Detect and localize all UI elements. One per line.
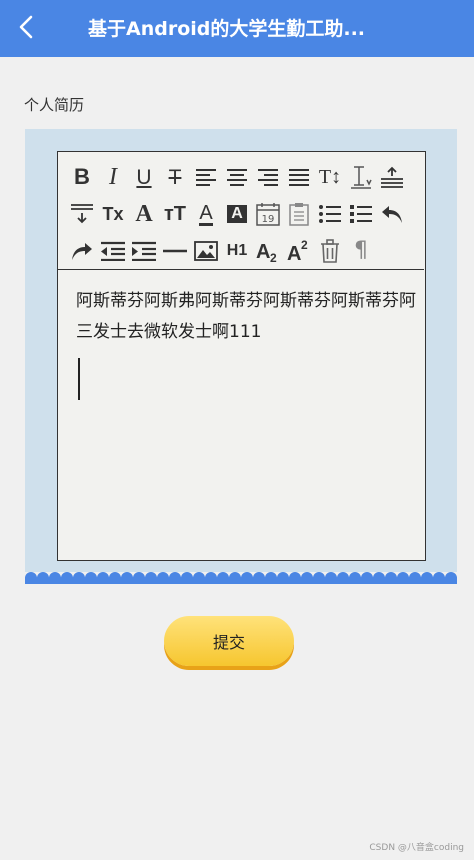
page-title: 基于Android的大学生勤工助...	[88, 18, 366, 40]
align-justify-button[interactable]	[285, 162, 313, 192]
ordered-list-icon	[319, 205, 341, 223]
redo-button[interactable]	[68, 236, 96, 266]
chevron-left-icon	[19, 15, 33, 39]
clear-format-icon: Tx	[102, 204, 124, 224]
subscript-icon: A2	[256, 241, 277, 263]
underline-button[interactable]: U	[130, 162, 158, 192]
heading-down-icon	[71, 204, 93, 224]
clipboard-button[interactable]	[285, 199, 313, 229]
image-icon	[194, 241, 218, 261]
font-size-button[interactable]: тT	[161, 199, 189, 229]
unordered-list-icon	[350, 205, 372, 223]
heading-up-icon	[381, 166, 403, 188]
align-right-button[interactable]	[254, 162, 282, 192]
rich-text-editor[interactable]: B I U T T↕ Tx A тT A A 19 H1 A 2 A 2 ¶ 阿…	[57, 151, 426, 561]
background-color-button[interactable]: A	[223, 199, 251, 229]
font-size-icon: тT	[163, 203, 186, 225]
bold-icon: B	[74, 164, 90, 189]
italic-icon: I	[109, 164, 117, 190]
text-caret	[78, 358, 80, 400]
svg-text:A: A	[287, 243, 301, 263]
insert-image-button[interactable]	[192, 236, 220, 266]
heading1-button[interactable]: H1	[223, 236, 251, 266]
clear-format-button[interactable]: Tx	[99, 199, 127, 229]
svg-text:19: 19	[262, 214, 275, 225]
underline-icon: U	[136, 165, 152, 189]
font-family-button[interactable]: A	[130, 199, 158, 229]
italic-button[interactable]: I	[99, 162, 127, 192]
heading-down-button[interactable]	[68, 199, 96, 229]
font-color-button[interactable]: A	[192, 199, 220, 229]
heading1-icon: H1	[226, 242, 248, 259]
strikethrough-icon: T	[168, 165, 182, 189]
align-center-button[interactable]	[223, 162, 251, 192]
undo-icon	[382, 206, 402, 223]
align-left-button[interactable]	[192, 162, 220, 192]
svg-text:2: 2	[301, 239, 308, 252]
align-left-icon	[196, 169, 216, 186]
back-button[interactable]	[12, 13, 40, 41]
strikethrough-button[interactable]: T	[161, 162, 189, 192]
section-label: 个人简历	[24, 96, 85, 114]
app-header: 基于Android的大学生勤工助...	[0, 0, 474, 57]
font-color-icon: A	[199, 201, 213, 226]
heading-up-button[interactable]	[378, 162, 406, 192]
calendar-icon: 19	[256, 203, 280, 226]
submit-button[interactable]: 提交	[164, 616, 294, 666]
svg-text:2: 2	[270, 251, 277, 263]
delete-button[interactable]	[316, 236, 344, 266]
align-justify-icon	[289, 169, 309, 186]
indent-button[interactable]	[130, 236, 158, 266]
align-center-icon	[227, 169, 247, 186]
font-family-icon: A	[135, 201, 153, 227]
paragraph-button[interactable]: ¶	[347, 236, 375, 266]
clipboard-icon	[289, 203, 309, 226]
insert-date-button[interactable]: 19	[254, 199, 282, 229]
text-size-button[interactable]: T↕	[316, 162, 344, 192]
outdent-button[interactable]	[99, 236, 127, 266]
undo-button[interactable]	[378, 199, 406, 229]
editor-content[interactable]: 阿斯蒂芬阿斯弗阿斯蒂芬阿斯蒂芬阿斯蒂芬阿三发士去微软发士啊111	[76, 286, 416, 348]
text-size-icon: T↕	[318, 166, 342, 188]
bold-button[interactable]: B	[68, 162, 96, 192]
horizontal-rule-icon	[163, 249, 187, 253]
superscript-button[interactable]: A2	[285, 236, 313, 266]
paragraph-icon: ¶	[354, 238, 368, 263]
indent-icon	[132, 241, 156, 261]
editor-toolbar: B I U T T↕ Tx A тT A A 19 H1 A 2 A 2 ¶	[58, 152, 424, 270]
watermark: CSDN @八音盒coding	[369, 843, 464, 853]
ordered-list-button[interactable]	[316, 199, 344, 229]
svg-text:A: A	[256, 241, 270, 263]
unordered-list-button[interactable]	[347, 199, 375, 229]
background-color-icon: A	[227, 205, 247, 223]
wave-border	[25, 572, 457, 584]
horizontal-rule-button[interactable]	[161, 236, 189, 266]
trash-icon	[321, 239, 339, 263]
line-height-icon	[351, 166, 372, 189]
subscript-button[interactable]: A2	[254, 236, 282, 266]
line-height-button[interactable]	[347, 162, 375, 192]
outdent-icon	[101, 241, 125, 261]
redo-icon	[72, 243, 92, 260]
superscript-icon: A2	[287, 239, 308, 263]
align-right-icon	[258, 169, 278, 186]
